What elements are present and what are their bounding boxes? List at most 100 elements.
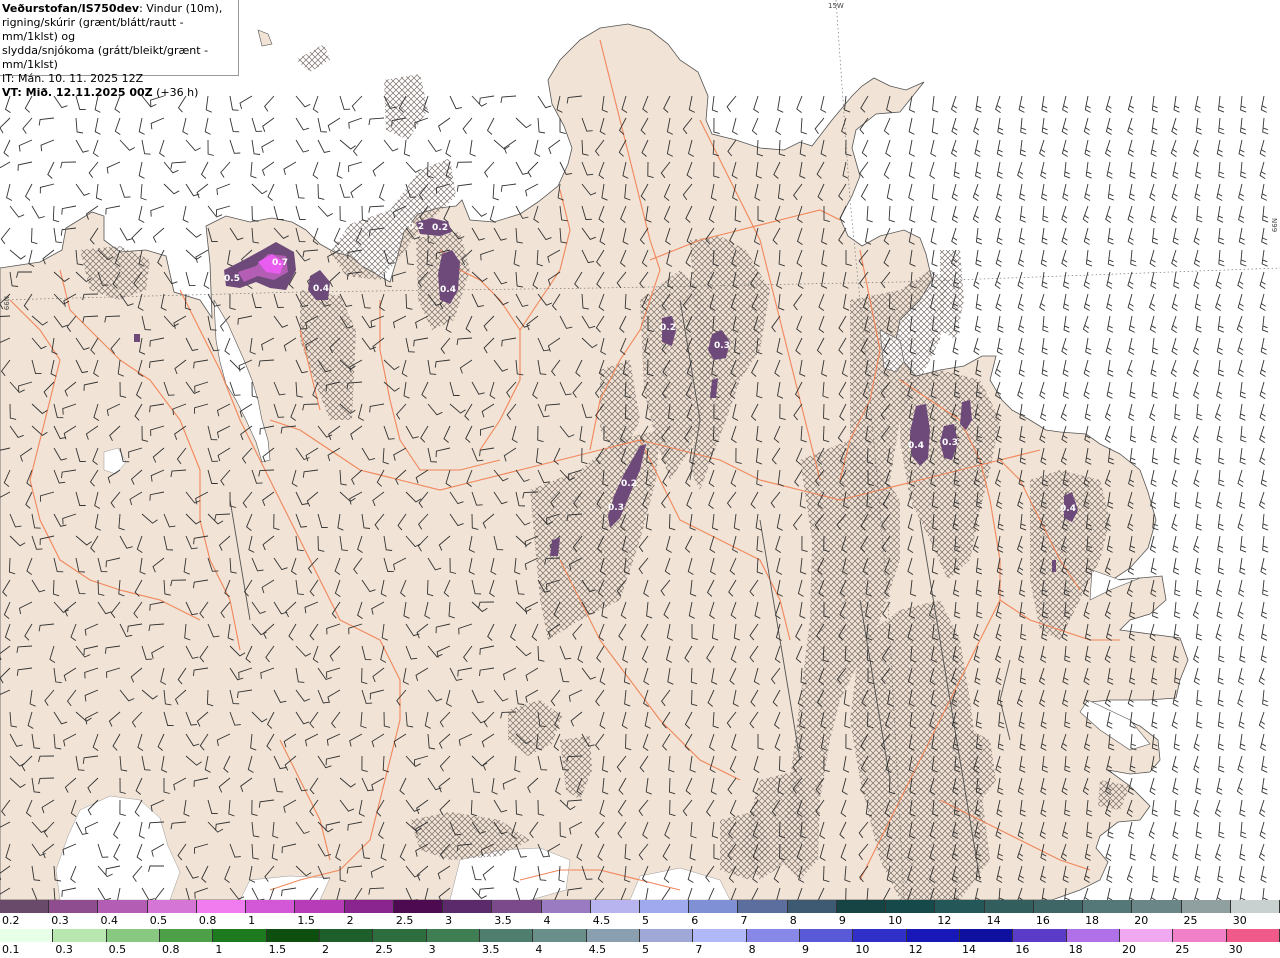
legend-label: 2 [322, 943, 329, 956]
legend-swatch [836, 900, 887, 913]
map-subtitle: : Vindur (10m), [139, 2, 223, 15]
map-subtitle-line3: slydda/snjókoma (grátt/bleikt/grænt - mm… [2, 44, 209, 71]
legend-label: 1 [248, 914, 256, 927]
legend-swatch [53, 929, 107, 942]
lead-time: (+36 h) [156, 86, 199, 99]
legend-label: 30 [1228, 943, 1243, 956]
legend-label: 3 [428, 943, 436, 956]
legend-label: 0.2 [2, 914, 20, 927]
legend-swatch [533, 929, 587, 942]
legend-label: 0.4 [100, 914, 118, 927]
legend-swatch [935, 900, 985, 913]
legend-label: 12 [937, 914, 952, 927]
legend-swatch [213, 929, 267, 942]
legend-swatch [492, 900, 542, 913]
precip-label: 0.3 [942, 438, 958, 448]
legend-swatch [1066, 929, 1120, 942]
forecast-map[interactable]: 0.5 0.7 0.4 0.2 0.2 0.4 0.2 0.3 0.2 0.3 … [0, 0, 1280, 900]
legend-label: 2.5 [375, 943, 393, 956]
legend-swatch [746, 929, 800, 942]
legend-label: 9 [802, 943, 809, 956]
legend-label: 3.5 [482, 943, 500, 956]
legend-swatch [344, 900, 394, 913]
legend-label: 20 [1134, 914, 1149, 927]
snow-legend: 0.2 0.3 0.4 0.5 0.8 1 1.5 2 2.5 3 3.5 4 4.5 5 6 7 8 9 10 12… [0, 900, 1280, 929]
legend-label: 2 [346, 914, 354, 927]
legend-label: 4 [543, 914, 551, 927]
legend-swatch [1132, 900, 1182, 913]
legend-swatch [1181, 900, 1231, 913]
legend-swatch [320, 929, 374, 942]
info-box: Veðurstofan/IS750dev: Vindur (10m), rign… [0, 0, 239, 99]
legend-label: 5 [642, 943, 649, 956]
legend-label: 0.1 [2, 943, 20, 956]
precip-label: 0.2 [660, 323, 676, 333]
legend-swatch [106, 929, 160, 942]
precip-label: 0.4 [313, 284, 329, 294]
legend-label: 16 [1035, 914, 1050, 927]
legend-swatch [196, 900, 247, 913]
legend-label: 18 [1068, 943, 1083, 956]
legend-swatch [98, 900, 148, 913]
legend-swatch [1173, 929, 1227, 942]
legend-label: 12 [908, 943, 923, 956]
legend-label: 0.5 [149, 914, 168, 927]
map-subtitle-line2: rigning/skúrir (grænt/blátt/rautt - mm/1… [2, 16, 184, 43]
legend-label: 0.8 [198, 914, 217, 927]
legend-label: 0.3 [51, 914, 69, 927]
legend-label: 30 [1232, 914, 1247, 927]
legend-swatch [886, 900, 936, 913]
legend-swatch [984, 900, 1034, 913]
legend-label: 4 [535, 943, 543, 956]
legend-swatch [738, 900, 788, 913]
legend-swatch [689, 900, 739, 913]
legend-label: 14 [962, 943, 976, 956]
legend-swatch [640, 929, 694, 942]
legend-swatch [1033, 900, 1084, 913]
legend-swatch [800, 929, 854, 942]
glacier-2 [239, 875, 331, 900]
legend-label: 4.5 [588, 943, 607, 956]
legend-swatch [640, 900, 690, 913]
legend-label: 8 [789, 914, 797, 927]
legend-swatch [541, 900, 591, 913]
legend-label: 3 [445, 914, 453, 927]
legend-swatch [373, 929, 427, 942]
legend-swatch [480, 929, 534, 942]
legend-label: 7 [740, 914, 748, 927]
precip-label: 0.4 [440, 285, 456, 295]
legend-label: 14 [986, 914, 1001, 927]
legend-swatch [426, 929, 480, 942]
precip-label: 0.2 [408, 222, 424, 232]
precip-label: 0.3 [714, 341, 730, 351]
map-title: Veðurstofan/IS750dev [2, 2, 140, 15]
legend-label: 25 [1175, 943, 1190, 956]
legend-swatch [586, 929, 640, 942]
legend-label: 3.5 [494, 914, 512, 927]
precip-label: 0.2 [621, 479, 637, 489]
legend-swatch [590, 900, 640, 913]
legend-label: 4.5 [592, 914, 611, 927]
rain-legend: 0.1 0.3 0.5 0.8 1 1.5 2 2.5 3 3.5 4 4.5 5 7 8 9 10 12 14 16… [0, 929, 1280, 958]
legend-label: 0.8 [162, 943, 180, 956]
legend-label: 2.5 [395, 914, 414, 927]
grid-label-top: 15W [828, 2, 844, 10]
precip-label: 0.4 [908, 441, 924, 451]
legend-swatch [443, 900, 493, 913]
legend-swatch [1226, 929, 1280, 942]
legend-swatch [0, 929, 54, 942]
legend-swatch [246, 900, 296, 913]
precip-label: 0.3 [608, 503, 624, 513]
legend-swatch [1230, 900, 1280, 913]
legend-swatch [393, 900, 444, 913]
legend-label: 1.5 [297, 914, 315, 927]
legend-swatch [1120, 929, 1174, 942]
valid-time: VT: Mið. 12.11.2025 00Z [2, 86, 153, 99]
legend-swatch [49, 900, 99, 913]
legend-label: 5 [642, 914, 649, 927]
legend-label: 8 [748, 943, 756, 956]
issue-time: IT: Mán. 10. 11. 2025 12Z [2, 72, 144, 85]
legend-label: 7 [695, 943, 703, 956]
precip-label: 0.5 [224, 274, 240, 284]
legend-swatch [960, 929, 1014, 942]
